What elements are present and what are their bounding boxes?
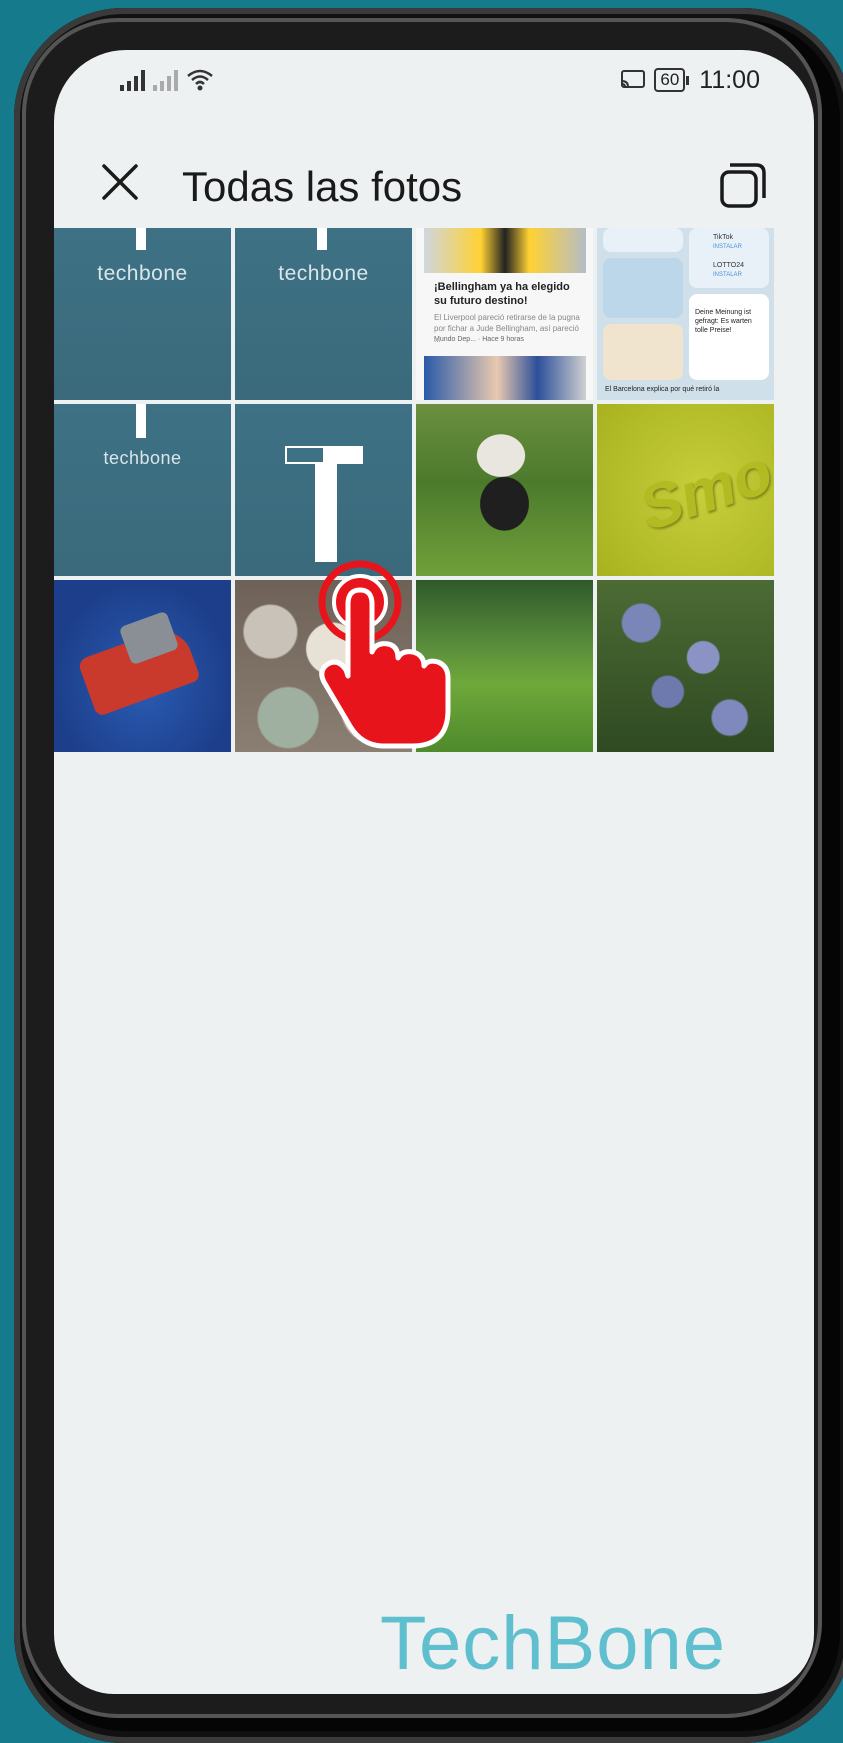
apps-widget: TikTok INSTALAR LOTTO24 INSTALAR: [689, 228, 769, 288]
photo-grid: techbone techbone ¡Bellingham ya ha eleg…: [54, 228, 814, 752]
thumbnail-text: techbone: [97, 262, 188, 285]
install-label: INSTALAR: [713, 244, 742, 250]
multi-select-button[interactable]: [718, 160, 768, 210]
photo-thumbnail-techbone-1[interactable]: techbone: [54, 228, 231, 400]
smoby-logo-text: Smoby: [631, 414, 774, 545]
status-left: [120, 68, 214, 92]
t-logo-icon: [285, 446, 363, 562]
photo-thumbnail-toy-car[interactable]: [54, 580, 231, 752]
news-source: Mundo Dep... · Hace 9 horas: [434, 336, 524, 343]
top-app-bar: Todas las fotos: [54, 135, 814, 235]
watermark-logo: TechBone: [380, 1601, 727, 1686]
photo-thumbnail-plums[interactable]: [597, 580, 774, 752]
close-icon: [102, 164, 138, 200]
signal-no-service-icon: [153, 69, 178, 91]
photo-thumbnail-t-logo[interactable]: [235, 404, 412, 576]
promo-text: Deine Meinung ist gefragt: Es warten tol…: [695, 309, 752, 334]
photo-thumbnail-stones[interactable]: [235, 580, 412, 752]
photo-thumbnail-techbone-3[interactable]: techbone: [54, 404, 231, 576]
photo-thumbnail-techbone-2[interactable]: techbone: [235, 228, 412, 400]
product-widget: [603, 324, 683, 380]
install-label: INSTALAR: [713, 272, 742, 278]
signal-icon: [120, 69, 145, 91]
news-headline: ¡Bellingham ya ha elegido su futuro dest…: [434, 281, 570, 307]
news-image-2: [424, 356, 586, 400]
status-bar: 60 11:00: [54, 50, 814, 110]
status-right: 60 11:00: [620, 66, 760, 95]
thumbnail-text: techbone: [103, 448, 182, 468]
logo-notch: [317, 228, 327, 250]
battery-indicator: 60: [654, 68, 690, 92]
logo-notch: [136, 228, 146, 250]
photo-thumbnail-panda[interactable]: [416, 404, 593, 576]
cast-icon: [621, 70, 646, 88]
wifi-icon: [187, 69, 213, 91]
app-label: LOTTO24: [713, 262, 744, 269]
multi-select-icon: [720, 163, 766, 208]
page-title: Todas las fotos: [182, 163, 463, 210]
promo-widget: Deine Meinung ist gefragt: Es warten tol…: [689, 294, 769, 380]
logo-notch: [136, 404, 146, 438]
photo-thumbnail-smoby[interactable]: Smoby: [597, 404, 774, 576]
photo-thumbnail-widgets-screenshot[interactable]: TikTok INSTALAR LOTTO24 INSTALAR Deine M…: [597, 228, 774, 400]
photo-thumbnail-lawn[interactable]: [416, 580, 593, 752]
screen: 60 11:00 Todas las fotos techbone techbo…: [54, 50, 814, 1694]
app-label: TikTok: [713, 234, 733, 241]
clock: 11:00: [699, 65, 760, 94]
news-image: [424, 228, 586, 273]
weather-widget: [603, 258, 683, 318]
widget-caption: El Barcelona explica por qué retiró la: [605, 386, 720, 393]
thumbnail-text: techbone: [278, 262, 369, 285]
photo-thumbnail-news-screenshot[interactable]: ¡Bellingham ya ha elegido su futuro dest…: [416, 228, 593, 400]
widget-card: [603, 228, 683, 252]
close-button[interactable]: [98, 160, 142, 204]
